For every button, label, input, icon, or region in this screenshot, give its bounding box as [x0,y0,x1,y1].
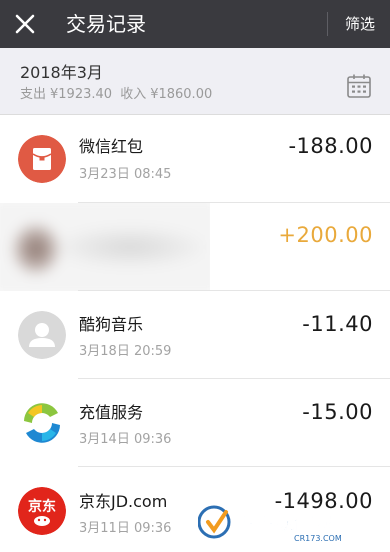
header-divider [327,12,328,36]
expense-label: 支出 [20,87,47,102]
transaction-amount: +200.00 [278,223,373,247]
calendar-icon[interactable] [346,73,372,99]
page-title: 交易记录 [66,12,146,36]
transaction-name: 京东JD.com [79,492,168,511]
watermark-url: CR173.COM [294,534,342,543]
red-packet-icon [18,135,66,183]
transaction-name: 充值服务 [79,403,144,422]
transaction-row[interactable]: 酷狗音乐 3月18日 20:59 -11.40 [0,291,390,379]
default-avatar-icon [18,311,66,359]
month-section-header: 2018年3月 支出 ¥1923.40 收入 ¥1860.00 [0,48,390,115]
expense-amount: ¥1923.40 [50,87,113,102]
blurred-avatar [0,203,210,291]
income-label: 收入 [120,87,147,102]
filter-button[interactable]: 筛选 [345,14,375,34]
recharge-service-icon [18,399,66,447]
transaction-name: 微信红包 [79,137,144,156]
top-bar: 交易记录 筛选 [0,0,390,48]
transaction-name: 酷狗音乐 [79,315,144,334]
jd-logo-icon: 京东 [18,487,66,535]
transaction-time: 3月23日 08:45 [79,167,172,182]
svg-text:京东: 京东 [28,498,56,515]
watermark-text: 西西软件园 [234,510,334,534]
transaction-row[interactable]: 微信红包 3月23日 08:45 -188.00 [0,115,390,203]
month-label: 2018年3月 [20,63,103,82]
transaction-amount: -188.00 [288,134,373,158]
close-icon[interactable] [14,13,36,35]
watermark-logo: 西西软件园 CR173.COM [198,502,378,544]
month-summary: 支出 ¥1923.40 收入 ¥1860.00 [20,86,216,103]
transaction-time: 3月11日 09:36 [79,521,172,536]
transaction-time: 3月14日 09:36 [79,432,172,447]
income-amount: ¥1860.00 [150,87,213,102]
transaction-amount: -11.40 [302,312,373,336]
transaction-time: 3月18日 20:59 [79,344,172,359]
transaction-amount: -15.00 [302,400,373,424]
transaction-row[interactable]: +200.00 [0,203,390,291]
transaction-row[interactable]: 充值服务 3月14日 09:36 -15.00 [0,379,390,467]
